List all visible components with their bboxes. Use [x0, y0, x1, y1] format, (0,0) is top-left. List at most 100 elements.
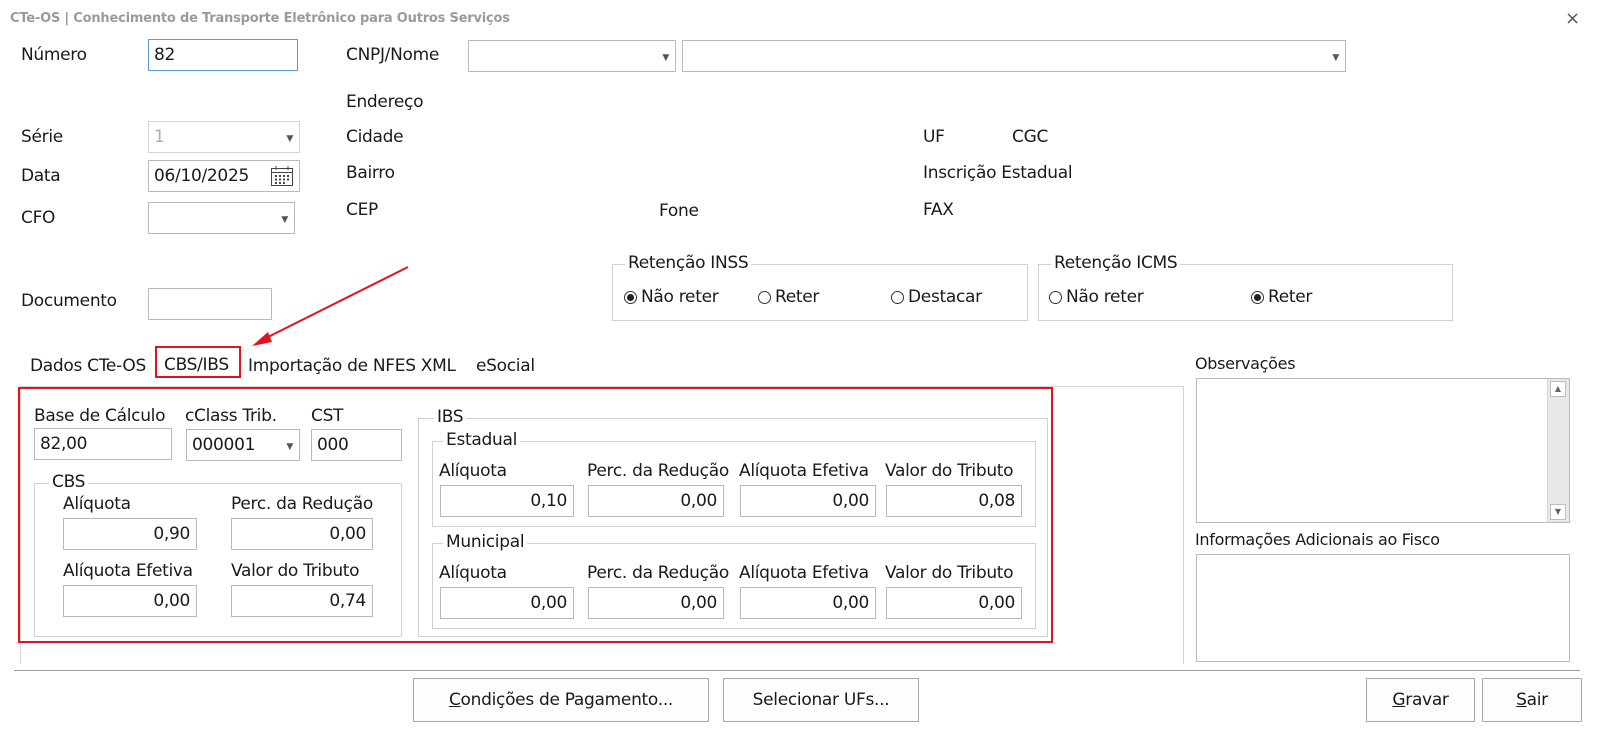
cst-label: CST	[311, 406, 344, 426]
estadual-valor-tributo-label: Valor do Tributo	[885, 461, 1014, 481]
base-calculo-label: Base de Cálculo	[34, 406, 166, 426]
chevron-down-icon: ▼	[286, 134, 293, 144]
cbs-perc-reducao-label: Perc. da Redução	[231, 494, 373, 514]
ibs-municipal-title: Municipal	[443, 532, 528, 552]
inss-nao-reter-label: Não reter	[641, 287, 719, 307]
estadual-valor-tributo-input[interactable]: 0,08	[886, 485, 1022, 517]
cidade-label: Cidade	[346, 127, 404, 147]
separator-line	[14, 670, 1580, 671]
data-input[interactable]: 06/10/2025	[148, 160, 300, 192]
inss-nao-reter-radio[interactable]: Não reter	[624, 287, 719, 307]
sair-label: air	[1526, 690, 1549, 710]
base-calculo-input[interactable]: 82,00	[34, 428, 172, 460]
sair-mnemonic: S	[1516, 690, 1527, 710]
condicoes-mnemonic: C	[448, 690, 461, 710]
estadual-perc-reducao-input[interactable]: 0,00	[588, 485, 724, 517]
cclass-trib-label: cClass Trib.	[185, 406, 277, 426]
gravar-mnemonic: G	[1392, 690, 1406, 710]
icms-reter-label: Reter	[1268, 287, 1313, 307]
condicoes-label: ondições de Pagamento...	[460, 690, 674, 710]
nome-select[interactable]: ▼	[682, 40, 1346, 72]
ibs-estadual-title: Estadual	[443, 430, 520, 450]
tab-importacao-nfes-xml[interactable]: Importação de NFES XML	[248, 356, 456, 376]
uf-label: UF	[923, 127, 945, 147]
cbs-aliquota-efetiva-label: Alíquota Efetiva	[63, 561, 193, 581]
observacoes-label: Observações	[1195, 354, 1296, 373]
inss-reter-radio[interactable]: Reter	[758, 287, 819, 307]
estadual-aliquota-label: Alíquota	[439, 461, 507, 481]
serie-select[interactable]: 1 ▼	[148, 121, 300, 153]
selecionar-ufs-button[interactable]: Selecionar UFs...	[723, 678, 919, 722]
municipal-valor-tributo-input[interactable]: 0,00	[886, 587, 1022, 619]
observacoes-textarea[interactable]: ▲ ▼	[1196, 378, 1570, 523]
icms-nao-reter-label: Não reter	[1066, 287, 1144, 307]
info-adicionais-label: Informações Adicionais ao Fisco	[1195, 530, 1440, 549]
tab-dados-cte-os[interactable]: Dados CTe-OS	[30, 356, 146, 376]
calendar-icon[interactable]	[270, 165, 294, 187]
inscricao-estadual-label: Inscrição Estadual	[923, 163, 1073, 183]
chevron-down-icon: ▼	[286, 442, 293, 452]
title-bar: CTe-OS | Conhecimento de Transporte Elet…	[0, 0, 1597, 36]
cfo-select[interactable]: ▼	[148, 202, 295, 234]
ibs-title: IBS	[434, 407, 467, 427]
inss-destacar-radio[interactable]: Destacar	[891, 287, 982, 307]
close-icon[interactable]: ×	[1565, 8, 1580, 29]
numero-label: Número	[21, 45, 87, 65]
cbs-aliquota-input[interactable]: 0,90	[63, 518, 197, 550]
municipal-aliquota-efetiva-label: Alíquota Efetiva	[739, 563, 869, 583]
cclass-trib-select[interactable]: 000001 ▼	[186, 429, 300, 461]
cbs-aliquota-label: Alíquota	[63, 494, 131, 514]
radio-empty-icon	[1049, 290, 1062, 304]
retencao-icms-title: Retenção ICMS	[1051, 253, 1181, 273]
radio-selected-icon	[624, 290, 637, 304]
gravar-label: ravar	[1405, 690, 1449, 710]
chevron-down-icon: ▼	[1332, 53, 1339, 63]
sair-button[interactable]: Sair	[1482, 678, 1582, 722]
municipal-aliquota-efetiva-input[interactable]: 0,00	[740, 587, 876, 619]
endereco-label: Endereço	[346, 92, 424, 112]
cfo-label: CFO	[21, 208, 56, 228]
observacoes-scrollbar[interactable]: ▲ ▼	[1547, 379, 1569, 522]
icms-nao-reter-radio[interactable]: Não reter	[1049, 287, 1144, 307]
inss-destacar-label: Destacar	[908, 287, 982, 307]
selecionar-ufs-label: Selecionar UFs...	[752, 690, 890, 710]
condicoes-pagamento-button[interactable]: Condições de Pagamento...	[413, 678, 709, 722]
municipal-aliquota-input[interactable]: 0,00	[440, 587, 574, 619]
retencao-inss-title: Retenção INSS	[625, 253, 752, 273]
cbs-aliquota-efetiva-input[interactable]: 0,00	[63, 585, 197, 617]
bairro-label: Bairro	[346, 163, 395, 183]
scroll-down-icon[interactable]: ▼	[1550, 504, 1566, 520]
retencao-inss-group: Retenção INSS Não reter Reter Destacar	[612, 253, 1028, 321]
tab-esocial[interactable]: eSocial	[476, 356, 535, 376]
cbs-valor-tributo-input[interactable]: 0,74	[231, 585, 373, 617]
municipal-perc-reducao-label: Perc. da Redução	[587, 563, 729, 583]
cbs-title: CBS	[49, 472, 89, 492]
tab-panel-right-border	[1183, 386, 1184, 664]
serie-value: 1	[154, 127, 165, 147]
cst-input[interactable]: 000	[311, 429, 402, 461]
municipal-aliquota-label: Alíquota	[439, 563, 507, 583]
chevron-down-icon: ▼	[662, 53, 669, 63]
numero-input[interactable]: 82	[148, 39, 298, 71]
inss-reter-label: Reter	[775, 287, 820, 307]
radio-empty-icon	[891, 290, 904, 304]
estadual-aliquota-efetiva-label: Alíquota Efetiva	[739, 461, 869, 481]
fone-label: Fone	[659, 201, 699, 221]
gravar-button[interactable]: Gravar	[1366, 678, 1475, 722]
fax-label: FAX	[923, 200, 954, 220]
serie-label: Série	[21, 127, 63, 147]
municipal-perc-reducao-input[interactable]: 0,00	[588, 587, 724, 619]
estadual-aliquota-efetiva-input[interactable]: 0,00	[740, 485, 876, 517]
radio-empty-icon	[758, 290, 771, 304]
icms-reter-radio[interactable]: Reter	[1251, 287, 1312, 307]
scroll-up-icon[interactable]: ▲	[1550, 381, 1566, 397]
estadual-perc-reducao-label: Perc. da Redução	[587, 461, 729, 481]
retencao-icms-group: Retenção ICMS Não reter Reter	[1038, 253, 1453, 321]
estadual-aliquota-input[interactable]: 0,10	[440, 485, 574, 517]
active-tab-highlight	[155, 346, 241, 378]
cbs-perc-reducao-input[interactable]: 0,00	[231, 518, 373, 550]
cnpj-select[interactable]: ▼	[468, 40, 676, 72]
info-adicionais-textarea[interactable]	[1196, 554, 1570, 662]
chevron-down-icon: ▼	[281, 215, 288, 225]
municipal-valor-tributo-label: Valor do Tributo	[885, 563, 1014, 583]
